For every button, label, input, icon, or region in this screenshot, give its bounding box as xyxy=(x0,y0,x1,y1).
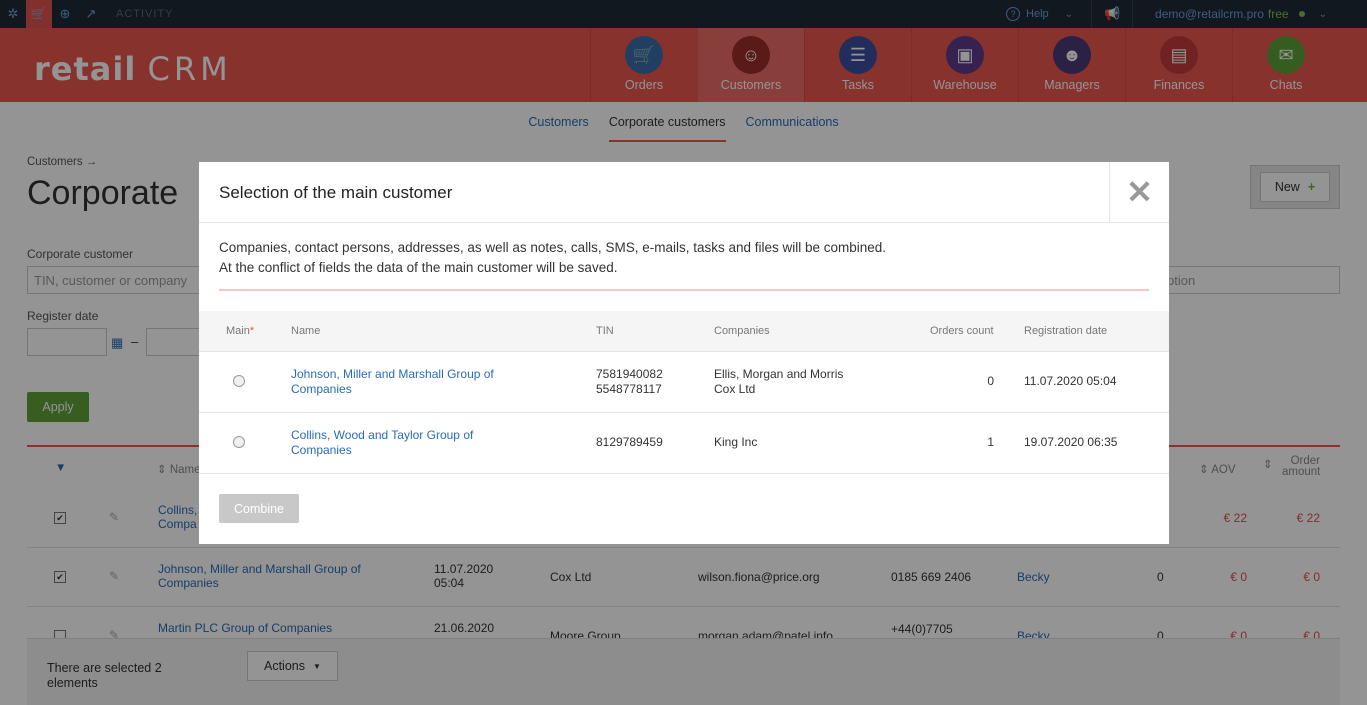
companies-value: King Inc xyxy=(714,435,758,449)
orders-count-value: 1 xyxy=(987,435,994,449)
tin-value: 8129789459 xyxy=(596,435,663,449)
modal-table-row: Collins, Wood and Taylor Group of Compani… xyxy=(199,413,1169,474)
modal-title: Selection of the main customer xyxy=(219,183,453,202)
col-orders-count: Orders count xyxy=(930,325,994,337)
orders-count-value: 0 xyxy=(987,374,994,388)
registration-date-value: 11.07.2020 05:04 xyxy=(1024,374,1117,388)
col-companies: Companies xyxy=(714,325,770,337)
customer-name-link[interactable]: Collins, Wood and Taylor Group of Compani… xyxy=(291,428,473,458)
modal-description: Companies, contact persons, addresses, a… xyxy=(219,240,887,275)
combine-button[interactable]: Combine xyxy=(219,494,299,523)
main-customer-radio[interactable] xyxy=(233,436,245,448)
modal-table-header: Main* Name TIN Companies Orders count Re… xyxy=(199,311,1169,352)
select-main-customer-modal: Selection of the main customer ✕ Compani… xyxy=(199,162,1169,544)
col-main: Main* xyxy=(226,325,255,337)
col-registration-date: Registration date xyxy=(1024,325,1108,337)
col-tin: TIN xyxy=(596,325,614,337)
col-name: Name xyxy=(291,325,321,337)
close-icon[interactable]: ✕ xyxy=(1109,162,1169,222)
companies-value: Ellis, Morgan and Morris Cox Ltd xyxy=(714,367,844,396)
main-customer-radio[interactable] xyxy=(233,375,245,387)
tin-value: 7581940082 5548778117 xyxy=(596,367,663,396)
customer-name-link[interactable]: Johnson, Miller and Marshall Group of Com… xyxy=(291,367,494,397)
registration-date-value: 19.07.2020 06:35 xyxy=(1024,435,1118,449)
modal-table-row: Johnson, Miller and Marshall Group of Com… xyxy=(199,352,1169,413)
